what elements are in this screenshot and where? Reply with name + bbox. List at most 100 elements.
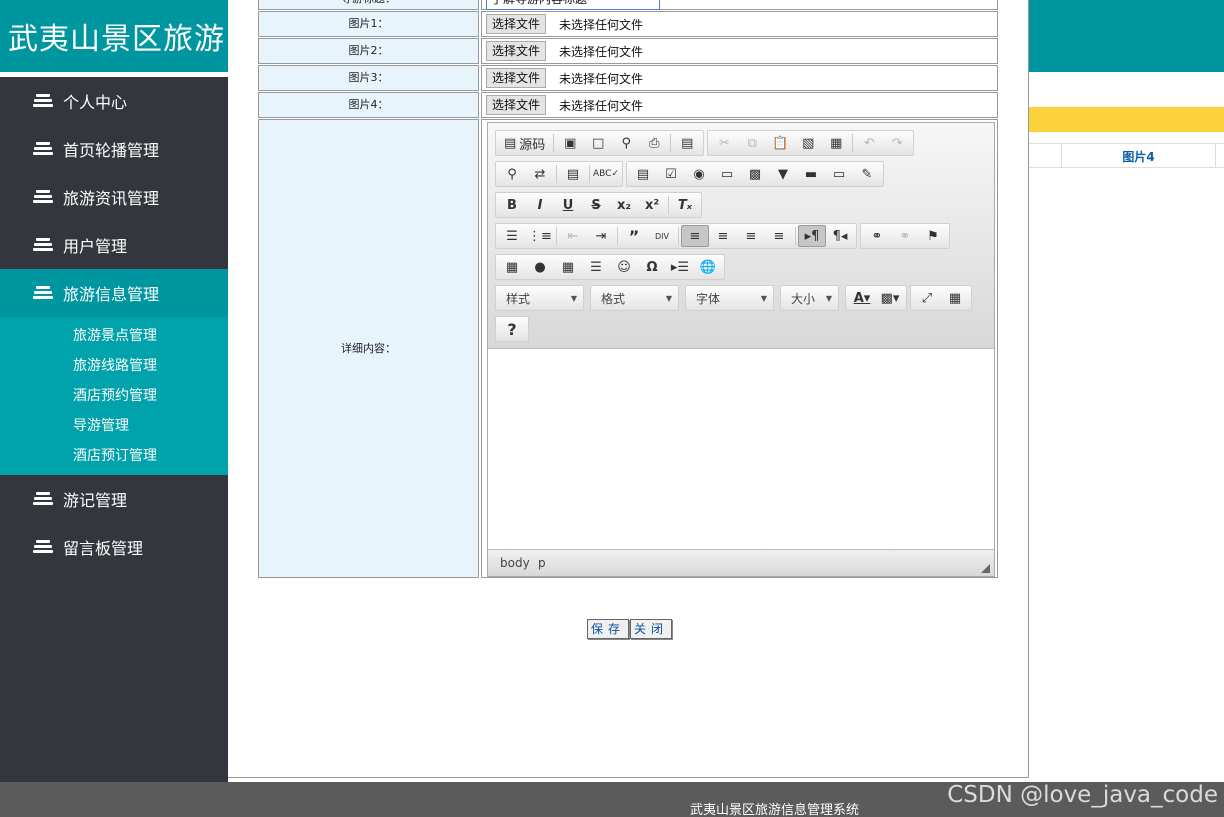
button-field-icon[interactable]: ▬ bbox=[797, 163, 825, 185]
sidebar: 个人中心 首页轮播管理 旅游资讯管理 用户管理 旅游信息管理 旅游景点管理 旅游… bbox=[0, 72, 228, 782]
replace-icon[interactable]: ⇄ bbox=[526, 163, 554, 185]
sidebar-item-travel-info[interactable]: 旅游信息管理 bbox=[0, 269, 228, 317]
sidebar-item-travelogue[interactable]: 游记管理 bbox=[0, 475, 228, 523]
strikethrough-icon[interactable]: S bbox=[582, 194, 610, 216]
bold-icon[interactable]: B bbox=[498, 194, 526, 216]
choose-file-button[interactable]: 选择文件 bbox=[486, 95, 547, 115]
image-icon[interactable]: ▦ bbox=[498, 256, 526, 278]
save-button[interactable]: 保存 bbox=[587, 619, 630, 639]
undo-icon[interactable]: ↶ bbox=[855, 132, 883, 154]
subscript-icon[interactable]: x₂ bbox=[610, 194, 638, 216]
image-button-icon[interactable]: ▭ bbox=[825, 163, 853, 185]
help-icon[interactable]: ? bbox=[498, 318, 526, 340]
select-all-icon[interactable]: ▤ bbox=[559, 163, 587, 185]
submenu-item-guides[interactable]: 导游管理 bbox=[0, 411, 228, 441]
templates-icon[interactable]: ▤ bbox=[673, 132, 701, 154]
unlink-icon[interactable]: ⚭ bbox=[891, 225, 919, 247]
flash-icon[interactable]: ● bbox=[526, 256, 554, 278]
background-toolbar-strip bbox=[1028, 107, 1224, 132]
align-right-icon[interactable]: ≡ bbox=[737, 225, 765, 247]
cut-icon[interactable]: ✂ bbox=[710, 132, 738, 154]
page-break-icon[interactable]: ▸☰ bbox=[666, 256, 694, 278]
toolbar-separator bbox=[795, 227, 796, 245]
link-icon[interactable]: ⚭ bbox=[863, 225, 891, 247]
align-left-icon[interactable]: ≡ bbox=[681, 225, 709, 247]
toolbar-row-3: B I U S x₂ x² Tₓ bbox=[495, 192, 705, 218]
numbered-list-icon[interactable]: ☰ bbox=[498, 225, 526, 247]
find-icon[interactable]: ⚲ bbox=[498, 163, 526, 185]
hidden-field-icon[interactable]: ✎ bbox=[853, 163, 881, 185]
toolbar-separator bbox=[678, 227, 679, 245]
form-row-image4: 图片4： 选择文件 未选择任何文件 bbox=[258, 92, 998, 118]
iframe-icon[interactable]: 🌐 bbox=[694, 256, 722, 278]
indent-icon[interactable]: ⇥ bbox=[587, 225, 615, 247]
blockquote-icon[interactable]: ” bbox=[620, 225, 648, 247]
remove-format-icon[interactable]: Tₓ bbox=[671, 194, 699, 216]
paste-icon[interactable]: 📋 bbox=[766, 132, 794, 154]
sidebar-item-carousel[interactable]: 首页轮播管理 bbox=[0, 125, 228, 173]
sidebar-item-message-board[interactable]: 留言板管理 bbox=[0, 523, 228, 571]
italic-icon[interactable]: I bbox=[526, 194, 554, 216]
print-icon[interactable]: ⎙ bbox=[640, 132, 668, 154]
div-container-icon[interactable]: DIV bbox=[648, 225, 676, 247]
toolbar-group-forms: ▤ ☑ ◉ ▭ ▩ ▼ ▬ ▭ ✎ bbox=[626, 161, 884, 187]
resize-handle-icon[interactable] bbox=[981, 564, 990, 573]
source-button[interactable]: ▤ 源码 bbox=[498, 132, 551, 154]
paste-word-icon[interactable]: ▦ bbox=[822, 132, 850, 154]
textarea-icon[interactable]: ▩ bbox=[741, 163, 769, 185]
text-direction-ltr-icon[interactable]: ▸¶ bbox=[798, 225, 826, 247]
text-color-icon[interactable]: A▾ bbox=[848, 287, 876, 309]
choose-file-button[interactable]: 选择文件 bbox=[486, 14, 547, 34]
align-center-icon[interactable]: ≡ bbox=[709, 225, 737, 247]
toolbar-separator bbox=[589, 165, 590, 183]
superscript-icon[interactable]: x² bbox=[638, 194, 666, 216]
paste-text-icon[interactable]: ▧ bbox=[794, 132, 822, 154]
editor-content-area[interactable] bbox=[488, 350, 994, 550]
submenu-item-routes[interactable]: 旅游线路管理 bbox=[0, 351, 228, 381]
horizontal-rule-icon[interactable]: ☰ bbox=[582, 256, 610, 278]
font-size-combo[interactable]: 大小 ▼ bbox=[780, 285, 839, 311]
underline-icon[interactable]: U bbox=[554, 194, 582, 216]
background-color-icon[interactable]: ▩▾ bbox=[876, 287, 904, 309]
preview-icon[interactable]: ⚲ bbox=[612, 132, 640, 154]
select-field-icon[interactable]: ▼ bbox=[769, 163, 797, 185]
save-icon[interactable]: ▣ bbox=[556, 132, 584, 154]
radio-icon[interactable]: ◉ bbox=[685, 163, 713, 185]
font-combo[interactable]: 字体 ▼ bbox=[685, 285, 774, 311]
submenu-item-hotel-booking[interactable]: 酒店预订管理 bbox=[0, 441, 228, 471]
form-icon[interactable]: ▤ bbox=[629, 163, 657, 185]
checkbox-icon[interactable]: ☑ bbox=[657, 163, 685, 185]
sidebar-item-personal-center[interactable]: 个人中心 bbox=[0, 77, 228, 125]
new-page-icon[interactable]: □ bbox=[584, 132, 612, 154]
redo-icon[interactable]: ↷ bbox=[883, 132, 911, 154]
special-char-icon[interactable]: Ω bbox=[638, 256, 666, 278]
maximize-icon[interactable]: ⤢ bbox=[913, 287, 941, 309]
close-button[interactable]: 关闭 bbox=[630, 619, 673, 639]
text-direction-rtl-icon[interactable]: ¶◂ bbox=[826, 225, 854, 247]
title-input[interactable]: 了解导游内容标题 bbox=[486, 0, 660, 10]
copy-icon[interactable]: ⧉ bbox=[738, 132, 766, 154]
choose-file-button[interactable]: 选择文件 bbox=[486, 68, 547, 88]
submenu-item-scenic-spots[interactable]: 旅游景点管理 bbox=[0, 321, 228, 351]
outdent-icon[interactable]: ⇤ bbox=[559, 225, 587, 247]
textfield-icon[interactable]: ▭ bbox=[713, 163, 741, 185]
spellcheck-icon[interactable]: ABC✓ bbox=[592, 163, 620, 185]
element-path-p[interactable]: p bbox=[538, 556, 546, 570]
submenu-item-hotel-appointment[interactable]: 酒店预约管理 bbox=[0, 381, 228, 411]
chevron-down-icon: ▼ bbox=[760, 293, 767, 303]
format-combo[interactable]: 格式 ▼ bbox=[590, 285, 679, 311]
choose-file-button[interactable]: 选择文件 bbox=[486, 41, 547, 61]
sidebar-item-news[interactable]: 旅游资讯管理 bbox=[0, 173, 228, 221]
bulleted-list-icon[interactable]: ⋮≡ bbox=[526, 225, 554, 247]
styles-combo[interactable]: 样式 ▼ bbox=[495, 285, 584, 311]
align-justify-icon[interactable]: ≡ bbox=[765, 225, 793, 247]
toolbar-separator bbox=[852, 134, 854, 152]
smiley-icon[interactable]: ☺ bbox=[610, 256, 638, 278]
anchor-icon[interactable]: ⚑ bbox=[919, 225, 947, 247]
element-path-body[interactable]: body bbox=[500, 556, 530, 570]
sidebar-item-users[interactable]: 用户管理 bbox=[0, 221, 228, 269]
layers-icon bbox=[33, 491, 53, 507]
toolbar-group-links: ⚭ ⚭ ⚑ bbox=[860, 223, 950, 249]
table-icon[interactable]: ▦ bbox=[554, 256, 582, 278]
show-blocks-icon[interactable]: ▦ bbox=[941, 287, 969, 309]
